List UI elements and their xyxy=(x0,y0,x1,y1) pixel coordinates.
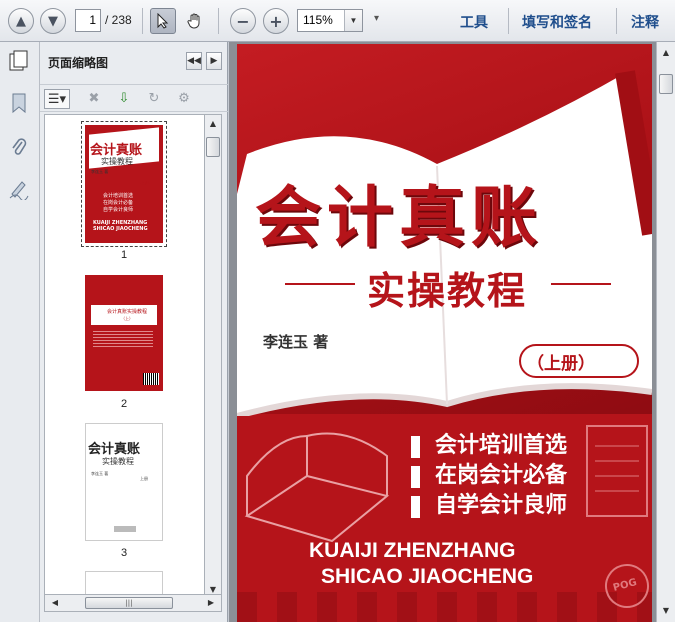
zoom-value: 115% xyxy=(303,13,333,27)
thumbnail-page-1[interactable]: 会计真账 实操教程 李连玉 著 （上册） 会计培训首选 在岗会计必备 自学会计良… xyxy=(81,121,167,247)
pdf-page-cover: 会计真账 实操教程 李连玉 著 （上册） 会计培训首选 在岗会计必备 自学会计良… xyxy=(237,44,652,622)
tools-link[interactable]: 工具 xyxy=(460,12,488,32)
thumbnail-number: 2 xyxy=(120,398,128,410)
thumbnail-page-2[interactable]: 会计真账实操教程 （上） xyxy=(85,275,163,391)
collapse-panel-button[interactable]: ◀◀ xyxy=(186,52,202,70)
thumb1-pinyin: KUAIJI ZHENZHANG SHICAO JIAOCHENG xyxy=(93,220,148,232)
thumb1-subtitle: 实操教程 xyxy=(101,157,133,166)
page-number-input[interactable]: 1 xyxy=(75,9,101,32)
insert-page-icon[interactable]: ⇩ xyxy=(114,89,134,109)
rotate-page-icon[interactable]: ↻ xyxy=(144,89,164,109)
scroll-right-icon[interactable]: ▶ xyxy=(203,596,219,610)
cover-title: 会计真账 xyxy=(255,178,543,256)
toolbar-divider xyxy=(218,8,219,34)
cover-volume: （上册） xyxy=(527,354,595,374)
tagline-3: 自学会计良师 xyxy=(435,492,568,518)
thumb1-taglines: 会计培训首选 在岗会计必备 自学会计良师 xyxy=(103,193,134,213)
thumbnail-page-3[interactable]: 会计真账 实操教程 李连玉 著 上册 xyxy=(85,423,163,541)
double-chevron-left-icon: ◀◀ xyxy=(187,56,201,66)
chevron-down-icon[interactable]: ▼ xyxy=(344,10,362,31)
toolbar-divider xyxy=(616,8,617,34)
barcode-icon xyxy=(143,373,159,385)
arrow-down-icon: ▼ xyxy=(48,13,58,29)
scrollbar-thumb[interactable]: ||| xyxy=(85,597,173,609)
arrow-up-icon: ▲ xyxy=(16,13,26,29)
thumb3-title: 会计真账 xyxy=(88,442,141,457)
subtitle-rule-left xyxy=(285,283,355,285)
zoom-in-button[interactable]: + xyxy=(263,8,289,34)
navigation-rail xyxy=(0,42,40,622)
thumb2-title: 会计真账实操教程 xyxy=(107,309,148,315)
previous-page-button[interactable]: ▲ xyxy=(8,8,34,34)
thumbnail-number: 1 xyxy=(120,249,128,261)
panel-title: 页面缩略图 xyxy=(48,56,109,70)
thumbnail-horizontal-scrollbar[interactable]: ◀ ||| ▶ xyxy=(44,594,222,612)
tagline-1: 会计培训首选 xyxy=(435,432,568,458)
document-sketch-graphic xyxy=(586,425,648,517)
scroll-up-icon[interactable]: ▲ xyxy=(205,117,221,131)
thumb3-author: 李连玉 著 xyxy=(91,471,109,476)
thumbnail-list[interactable]: 会计真账 实操教程 李连玉 著 （上册） 会计培训首选 在岗会计必备 自学会计良… xyxy=(44,114,206,600)
cover-pinyin: KUAIJI ZHENZHANG SHICAO JIAOCHENG xyxy=(309,538,533,590)
next-page-button[interactable]: ▼ xyxy=(40,8,66,34)
pdf-reader-window: ▲ ▼ 1 / 238 − + 115% ▼ ▾ 工具 填写和签名 注释 页面缩… xyxy=(0,0,675,622)
document-vertical-scrollbar[interactable]: ▲ ▼ xyxy=(656,42,675,622)
toolbar-overflow-icon[interactable]: ▾ xyxy=(374,13,379,24)
signature-icon[interactable] xyxy=(6,176,32,202)
tagline-2: 在岗会计必备 xyxy=(435,462,568,488)
scrollbar-thumb[interactable] xyxy=(206,137,220,157)
scrollbar-thumb[interactable] xyxy=(659,74,673,94)
cover-subtitle: 实操教程 xyxy=(367,268,528,313)
page-total-label: / 238 xyxy=(105,13,132,27)
page-properties-icon[interactable]: ⚙ xyxy=(174,89,194,109)
cover-pattern-strip xyxy=(237,592,652,622)
thumb3-subtitle: 实操教程 xyxy=(102,457,134,466)
hand-icon xyxy=(187,13,200,29)
tagline-marker xyxy=(411,496,420,518)
thumb2-volume: （上） xyxy=(121,316,133,321)
toolbar-divider xyxy=(508,8,509,34)
toolbar-divider xyxy=(142,8,143,34)
thumb3-volume: 上册 xyxy=(140,476,148,481)
page-thumbnails-panel: 页面缩略图 ◀◀ ▶ ☰▾ ✖ ⇩ ↻ ⚙ 会计真账 实操教程 李连玉 著 （上… xyxy=(40,42,228,622)
comment-link[interactable]: 注释 xyxy=(631,12,659,32)
thumbnail-vertical-scrollbar[interactable]: ▲ ▼ xyxy=(204,114,222,600)
hand-tool-button[interactable] xyxy=(182,8,208,34)
scroll-up-icon[interactable]: ▲ xyxy=(658,46,674,60)
tagline-marker xyxy=(411,436,420,458)
pinyin-line-1: KUAIJI ZHENZHANG xyxy=(309,539,516,562)
subtitle-rule-right xyxy=(551,283,611,285)
book-sketch-graphic xyxy=(244,432,390,543)
thumb1-author: 李连玉 著 xyxy=(91,169,109,174)
cursor-arrow-icon xyxy=(157,13,169,29)
zoom-out-button[interactable]: − xyxy=(230,8,256,34)
scroll-down-icon[interactable]: ▼ xyxy=(658,604,674,618)
scroll-left-icon[interactable]: ◀ xyxy=(47,596,63,610)
panel-expand-button[interactable]: ▶ xyxy=(206,52,222,70)
publisher-logo xyxy=(114,526,136,532)
plus-icon: + xyxy=(269,11,283,31)
cover-taglines: 会计培训首选 在岗会计必备 自学会计良师 xyxy=(435,430,567,520)
cover-author: 李连玉 著 xyxy=(263,333,329,351)
toolbar: ▲ ▼ 1 / 238 − + 115% ▼ ▾ 工具 填写和签名 注释 xyxy=(0,0,675,42)
minus-icon: − xyxy=(236,11,250,31)
bookmark-icon[interactable] xyxy=(6,90,32,116)
fill-and-sign-link[interactable]: 填写和签名 xyxy=(522,12,592,32)
chevron-right-icon: ▶ xyxy=(210,56,218,66)
thumb2-text-block xyxy=(93,331,153,349)
thumbnail-number: 3 xyxy=(120,547,128,559)
delete-page-icon[interactable]: ✖ xyxy=(84,89,104,109)
attachment-icon[interactable] xyxy=(6,134,32,160)
pinyin-line-2: SHICAO JIAOCHENG xyxy=(321,565,534,588)
thumb1-volume: （上册） xyxy=(137,180,153,185)
tagline-marker xyxy=(411,466,420,488)
select-tool-button[interactable] xyxy=(150,8,176,34)
thumbnail-tools: ☰▾ ✖ ⇩ ↻ ⚙ xyxy=(40,84,228,112)
pages-icon[interactable] xyxy=(6,48,32,74)
options-menu-icon[interactable]: ☰▾ xyxy=(44,89,70,109)
zoom-select[interactable]: 115% ▼ xyxy=(297,9,363,32)
